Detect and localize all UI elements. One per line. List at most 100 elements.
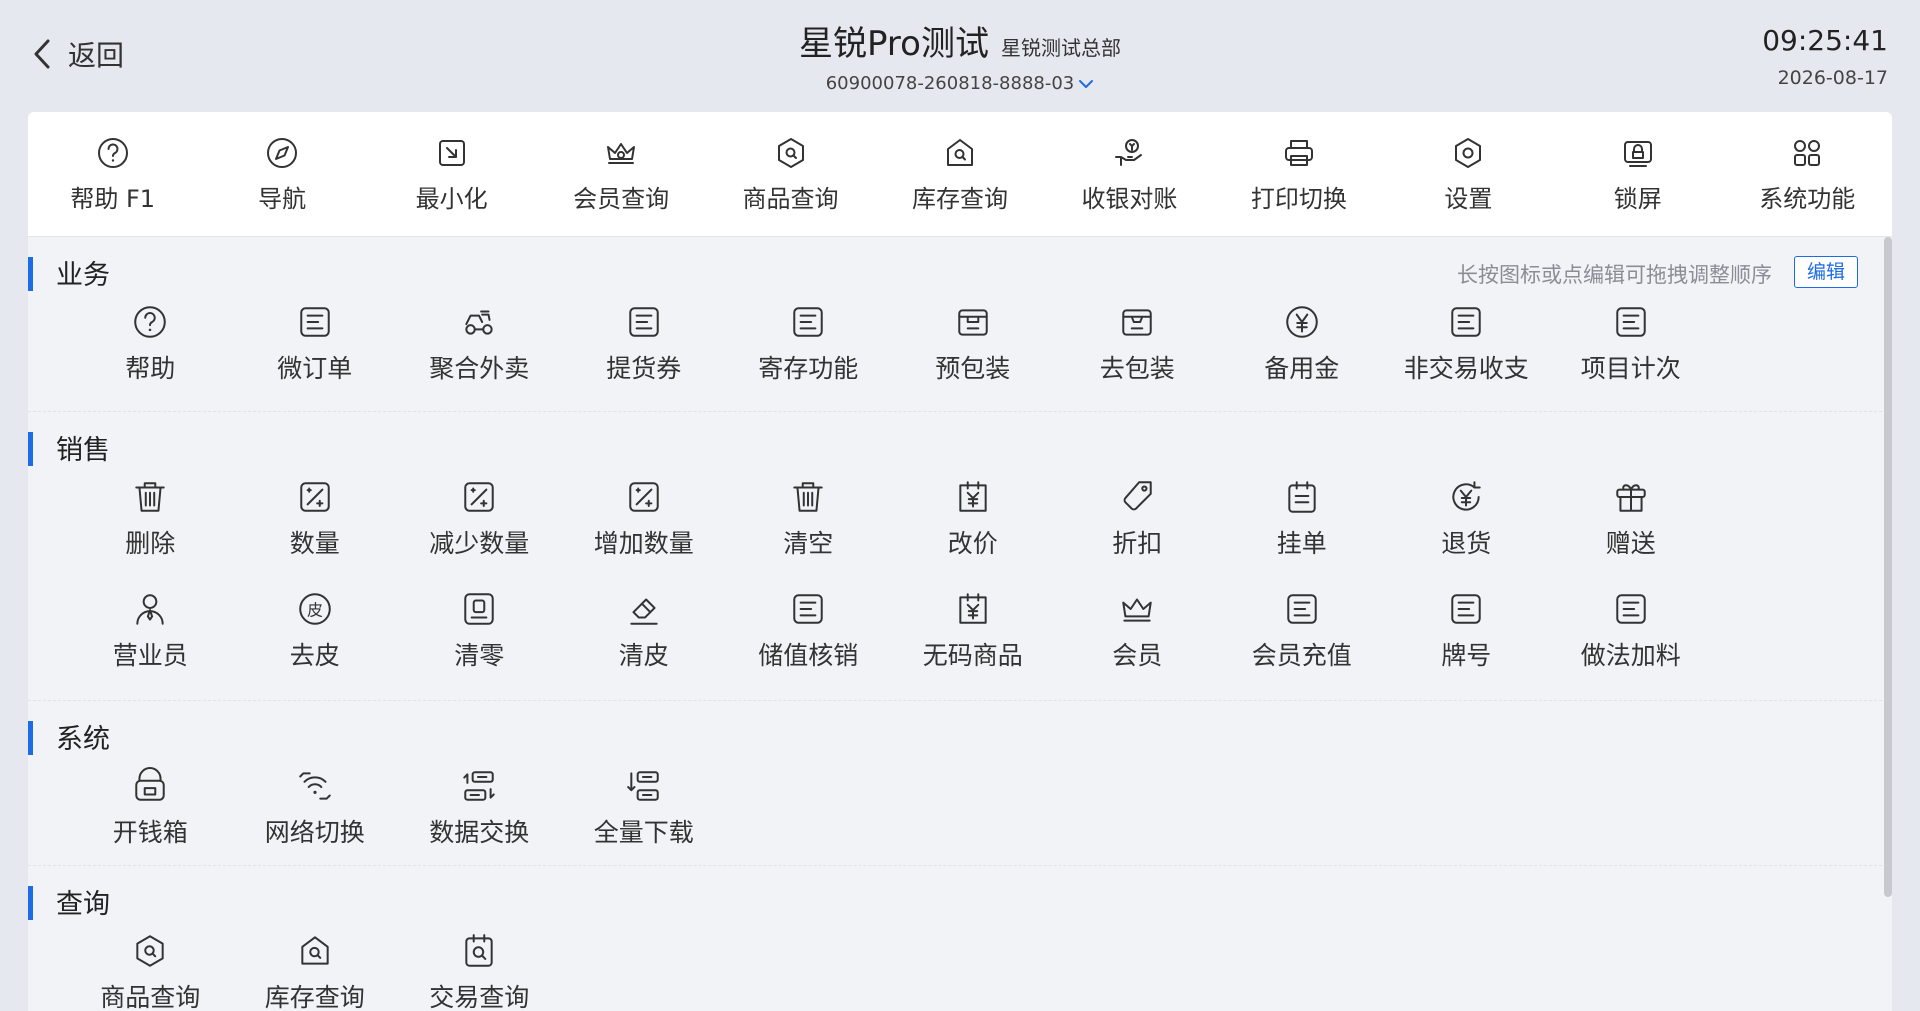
function-tile[interactable]: 挂单 [1220, 478, 1385, 590]
function-tile[interactable]: 增加数量 [562, 478, 727, 590]
function-tile[interactable]: 会员充值 [1220, 590, 1385, 702]
function-tile[interactable]: 备用金 [1220, 303, 1385, 415]
function-tile-label: 交易查询 [429, 983, 530, 1011]
section-title: 查询 [56, 889, 110, 920]
peel-icon: 皮 [296, 590, 334, 628]
function-tile[interactable]: 营业员 [68, 590, 233, 702]
function-tile[interactable]: 网络切换 [233, 767, 398, 879]
compass-icon [264, 135, 300, 171]
function-tile[interactable]: 微订单 [233, 303, 398, 415]
function-tile[interactable]: 退货 [1384, 478, 1549, 590]
top-toolbar: 帮助 F1 导航 最小化 会员查询 商品查询 库存查询 收银对账 打印切换 设置 锁屏 系统功能 [28, 112, 1892, 237]
eraser-icon [625, 590, 663, 628]
function-tile[interactable]: 数据交换 [397, 767, 562, 879]
section-sales: 销售 删除 数量 减少数量 增加数量 清空 改价 折扣 挂单 退货 赠送 营业员 皮去皮 清零 清皮 储值核… [28, 412, 1892, 701]
section-marker [28, 432, 33, 466]
edit-button[interactable]: 编辑 [1794, 256, 1858, 288]
function-tile[interactable]: 交易查询 [397, 932, 562, 1011]
function-tile-label: 牌号 [1441, 641, 1492, 670]
function-tile-label: 聚合外卖 [429, 354, 530, 383]
function-tile[interactable]: 无码商品 [891, 590, 1056, 702]
function-tile[interactable]: 清皮 [562, 590, 727, 702]
toolbar-button[interactable]: 锁屏 [1553, 112, 1722, 236]
function-tile[interactable]: 库存查询 [233, 932, 398, 1011]
function-tile[interactable]: 开钱箱 [68, 767, 233, 879]
function-tile[interactable]: 提货券 [562, 303, 727, 415]
function-tile[interactable]: 去包装 [1055, 303, 1220, 415]
toolbar-button[interactable]: 收银对账 [1045, 112, 1214, 236]
toolbar-button-label: 帮助 F1 [70, 184, 156, 213]
function-tile-label: 折扣 [1112, 529, 1163, 558]
device-selector[interactable]: 60900078-260818-8888-03 [826, 73, 1095, 94]
function-tile[interactable]: 做法加料 [1549, 590, 1714, 702]
function-tile[interactable]: 帮助 [68, 303, 233, 415]
function-tile[interactable]: 非交易收支 [1384, 303, 1549, 415]
function-tile[interactable]: 减少数量 [397, 478, 562, 590]
minimize-icon [434, 135, 470, 171]
store-name: 星锐Pro测试 [799, 24, 989, 64]
function-tile-label: 寄存功能 [758, 354, 859, 383]
function-tile[interactable]: 折扣 [1055, 478, 1220, 590]
toolbar-button-label: 收银对账 [1081, 184, 1178, 213]
toolbar-button[interactable]: 会员查询 [536, 112, 705, 236]
toolbar-button-label: 导航 [258, 184, 307, 213]
function-tile-label: 网络切换 [264, 818, 365, 847]
query-grid: 商品查询 库存查询 交易查询 [28, 932, 1768, 1011]
function-tile-label: 减少数量 [429, 529, 530, 558]
printer-icon [1281, 135, 1317, 171]
function-tile[interactable]: 数量 [233, 478, 398, 590]
package-icon [954, 303, 992, 341]
function-tile-label: 数量 [289, 529, 340, 558]
stock-search-icon [296, 932, 334, 970]
function-tile-label: 做法加料 [1580, 641, 1681, 670]
toolbar-button[interactable]: 帮助 F1 [28, 112, 197, 236]
doc-list-icon [789, 303, 827, 341]
function-tile-label: 备用金 [1264, 354, 1340, 383]
scrollbar-thumb[interactable] [1884, 237, 1892, 897]
function-tile[interactable]: 赠送 [1549, 478, 1714, 590]
function-tile[interactable]: 改价 [891, 478, 1056, 590]
function-tile[interactable]: 皮去皮 [233, 590, 398, 702]
gift-icon [1612, 478, 1650, 516]
function-tile-label: 库存查询 [264, 983, 365, 1011]
sales-grid: 删除 数量 减少数量 增加数量 清空 改价 折扣 挂单 退货 赠送营业员 皮去皮 清零 清皮 储值核销 无码… [28, 478, 1768, 700]
trash-icon [789, 478, 827, 516]
toolbar-button[interactable]: 设置 [1384, 112, 1553, 236]
doc-list-icon [296, 303, 334, 341]
price-change-icon [954, 478, 992, 516]
product-search-icon [131, 932, 169, 970]
function-tile[interactable]: 寄存功能 [726, 303, 891, 415]
section-title: 业务 [56, 260, 110, 291]
function-tile[interactable]: 清空 [726, 478, 891, 590]
toolbar-button[interactable]: 打印切换 [1214, 112, 1383, 236]
function-tile-label: 改价 [947, 529, 998, 558]
crown-search-icon [603, 135, 639, 171]
section-marker [28, 257, 33, 291]
function-tile[interactable]: 牌号 [1384, 590, 1549, 702]
drag-hint: 长按图标或点编辑可拖拽调整顺序 [1457, 263, 1772, 287]
refund-icon [1447, 478, 1485, 516]
clock: 09:25:41 2026-08-17 [1762, 24, 1888, 89]
section-marker [28, 886, 33, 920]
function-tile[interactable]: 商品查询 [68, 932, 233, 1011]
toolbar-button[interactable]: 最小化 [367, 112, 536, 236]
toolbar-button[interactable]: 商品查询 [706, 112, 875, 236]
function-tile[interactable]: 储值核销 [726, 590, 891, 702]
transaction-search-icon [460, 932, 498, 970]
tag-icon [1118, 478, 1156, 516]
zero-icon [460, 590, 498, 628]
function-tile[interactable]: 清零 [397, 590, 562, 702]
function-tile[interactable]: 聚合外卖 [397, 303, 562, 415]
function-tile[interactable]: 会员 [1055, 590, 1220, 702]
function-tile[interactable]: 项目计次 [1549, 303, 1714, 415]
toolbar-button[interactable]: 导航 [197, 112, 366, 236]
toolbar-button-label: 最小化 [415, 184, 488, 213]
toolbar-button[interactable]: 系统功能 [1723, 112, 1892, 236]
function-tile[interactable]: 全量下载 [562, 767, 727, 879]
function-tile[interactable]: 删除 [68, 478, 233, 590]
stock-search-icon [942, 135, 978, 171]
function-tile-label: 清零 [454, 641, 505, 670]
function-tile[interactable]: 预包装 [891, 303, 1056, 415]
toolbar-button[interactable]: 库存查询 [875, 112, 1044, 236]
scrollbar[interactable] [1884, 237, 1892, 1011]
